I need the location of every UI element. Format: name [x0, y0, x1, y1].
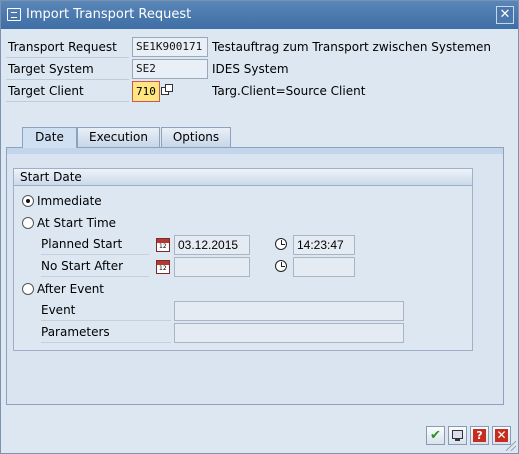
resize-grip[interactable]: [506, 441, 516, 451]
check-icon: ✔: [430, 428, 441, 443]
tab-date[interactable]: Date: [22, 127, 77, 148]
planned-start-date-field[interactable]: 03.12.2015: [174, 235, 250, 255]
help-icon: ?: [473, 429, 486, 442]
tab-options[interactable]: Options: [161, 127, 231, 147]
title-bar: Import Transport Request ✕: [1, 1, 518, 29]
immediate-label: Immediate: [37, 194, 102, 208]
target-client-label: Target Client: [6, 81, 129, 102]
target-client-input[interactable]: 710: [132, 81, 160, 102]
parameters-field[interactable]: [174, 323, 404, 343]
target-system-description: IDES System: [212, 62, 289, 76]
event-label: Event: [41, 301, 171, 321]
transport-request-field: SE1K900171: [132, 37, 208, 57]
close-button[interactable]: ✕: [496, 6, 514, 24]
monitor-icon: [452, 430, 463, 439]
tab-execution[interactable]: Execution: [77, 127, 160, 147]
after-event-label: After Event: [37, 282, 105, 296]
transport-request-label: Transport Request: [6, 37, 129, 58]
import-transport-dialog: Import Transport Request ✕ Transport Req…: [0, 0, 519, 454]
after-event-radio[interactable]: [22, 283, 34, 295]
target-system-label: Target System: [6, 59, 129, 80]
parameters-label: Parameters: [41, 323, 171, 343]
event-field[interactable]: [174, 301, 404, 321]
continue-button[interactable]: ✔: [426, 426, 445, 445]
clock-icon: [275, 260, 287, 272]
target-client-description: Targ.Client=Source Client: [212, 84, 366, 98]
help-button[interactable]: ?: [470, 426, 489, 445]
start-date-group-title: Start Date: [14, 169, 472, 186]
planned-start-label: Planned Start: [41, 235, 149, 255]
calendar-icon[interactable]: 12: [156, 238, 170, 252]
immediate-radio[interactable]: [22, 195, 34, 207]
planned-start-time-field[interactable]: 14:23:47: [293, 235, 355, 255]
dialog-icon: [7, 8, 21, 21]
at-start-time-radio[interactable]: [22, 217, 34, 229]
schedule-button[interactable]: [448, 426, 467, 445]
no-start-after-date-field[interactable]: [174, 257, 250, 277]
at-start-time-label: At Start Time: [37, 216, 117, 230]
target-system-field: SE2: [132, 59, 208, 79]
calendar-icon[interactable]: 12: [156, 260, 170, 274]
no-start-after-label: No Start After: [41, 257, 149, 277]
dialog-title: Import Transport Request: [26, 7, 192, 22]
no-start-after-time-field[interactable]: [293, 257, 355, 277]
clock-icon: [275, 238, 287, 250]
value-help-icon[interactable]: [161, 84, 174, 97]
transport-request-description: Testauftrag zum Transport zwischen Syste…: [212, 40, 492, 54]
